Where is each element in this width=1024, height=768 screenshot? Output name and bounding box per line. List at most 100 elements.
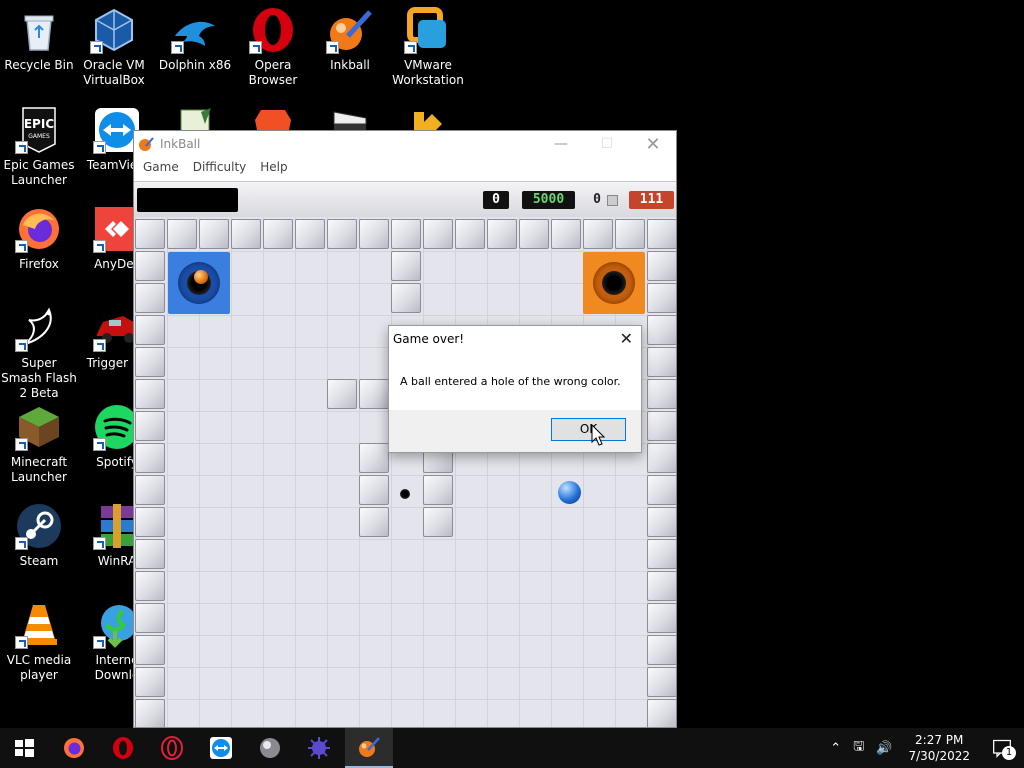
taskbar-opera-gx[interactable] bbox=[148, 728, 196, 768]
desktop-icon-vmware[interactable]: VMware Workstation bbox=[389, 6, 467, 88]
start-button[interactable] bbox=[0, 728, 48, 768]
shortcut-arrow-icon bbox=[90, 41, 103, 54]
taskbar-marble-app[interactable] bbox=[246, 728, 294, 768]
wall-block bbox=[135, 219, 165, 249]
wall-block bbox=[359, 443, 389, 473]
wall-block bbox=[135, 379, 165, 409]
shortcut-arrow-icon bbox=[93, 636, 106, 649]
clock-time: 2:27 PM bbox=[915, 733, 964, 747]
desktop-icon-minecraft[interactable]: Minecraft Launcher bbox=[0, 403, 78, 485]
wall-block bbox=[295, 219, 325, 249]
volume-icon[interactable]: 🔊 bbox=[876, 741, 892, 756]
desktop-icon-label: Super Smash Flash 2 Beta bbox=[1, 356, 77, 400]
menu-difficulty[interactable]: Difficulty bbox=[186, 160, 254, 174]
window-title: InkBall bbox=[160, 137, 201, 151]
notification-button[interactable]: 1 bbox=[980, 728, 1024, 768]
wall-block bbox=[647, 411, 676, 441]
grey-hole bbox=[390, 480, 420, 510]
svg-text:GAMES: GAMES bbox=[28, 133, 50, 140]
desktop-icon-firefox[interactable]: Firefox bbox=[0, 205, 78, 272]
wall-block bbox=[647, 507, 676, 537]
menu-game[interactable]: Game bbox=[136, 160, 186, 174]
opera-icon bbox=[113, 737, 133, 759]
taskbar-opera[interactable] bbox=[99, 728, 147, 768]
desktop-icon-super-smash-flash[interactable]: Super Smash Flash 2 Beta bbox=[0, 304, 78, 401]
desktop-icon-recycle-bin[interactable]: Recycle Bin bbox=[0, 6, 78, 73]
minimize-button[interactable]: — bbox=[538, 131, 584, 157]
wall-block bbox=[647, 379, 676, 409]
wall-block bbox=[647, 315, 676, 345]
ok-button[interactable]: OK bbox=[551, 418, 626, 441]
wall-block bbox=[359, 219, 389, 249]
menu-help[interactable]: Help bbox=[253, 160, 294, 174]
blue-ball bbox=[558, 481, 581, 504]
taskbar-firefox[interactable] bbox=[50, 728, 98, 768]
blue-hole bbox=[168, 252, 230, 314]
game-board[interactable] bbox=[134, 217, 676, 727]
maximize-button[interactable]: ☐ bbox=[584, 131, 630, 157]
wall-block bbox=[647, 475, 676, 505]
shortcut-arrow-icon bbox=[15, 438, 28, 451]
desktop-icon-epic-games[interactable]: EPIC GAMES Epic Games Launcher bbox=[0, 106, 78, 188]
clock[interactable]: 2:27 PM 7/30/2022 bbox=[908, 732, 970, 764]
wall-block bbox=[615, 219, 645, 249]
wall-block bbox=[423, 219, 453, 249]
chevron-up-icon[interactable]: ⌃ bbox=[830, 741, 841, 756]
title-bar[interactable]: InkBall — ☐ ✕ bbox=[134, 131, 676, 157]
wall-block bbox=[391, 283, 421, 313]
score-bar: 0 5000 0 111 bbox=[134, 181, 676, 217]
menu-bar: Game Difficulty Help bbox=[134, 157, 676, 177]
close-button[interactable]: ✕ bbox=[630, 131, 676, 157]
shortcut-arrow-icon bbox=[249, 41, 262, 54]
wall-block bbox=[167, 219, 197, 249]
network-icon[interactable]: 🖫 bbox=[853, 737, 864, 759]
shortcut-arrow-icon bbox=[93, 240, 106, 253]
taskbar-teamviewer[interactable] bbox=[197, 728, 245, 768]
orange-hole bbox=[583, 252, 645, 314]
taskbar-inkball[interactable] bbox=[345, 728, 393, 768]
hole-pit bbox=[602, 271, 626, 295]
marble-icon bbox=[260, 738, 280, 758]
recycle-bin-icon bbox=[24, 15, 54, 51]
desktop-icon-opera[interactable]: Opera Browser bbox=[234, 6, 312, 88]
desktop-icon-label: Dolphin x86 bbox=[158, 58, 232, 72]
inkball-icon bbox=[359, 737, 380, 757]
shortcut-arrow-icon bbox=[15, 141, 28, 154]
close-icon: ✕ bbox=[645, 133, 661, 155]
desktop-icon-inkball[interactable]: Inkball bbox=[311, 6, 389, 73]
shortcut-arrow-icon bbox=[15, 537, 28, 550]
shortcut-arrow-icon bbox=[404, 41, 417, 54]
wall-block bbox=[455, 219, 485, 249]
shortcut-arrow-icon bbox=[93, 339, 106, 352]
shortcut-arrow-icon bbox=[93, 141, 106, 154]
shortcut-arrow-icon bbox=[93, 438, 106, 451]
desktop-icon-vlc[interactable]: VLC media player bbox=[0, 601, 78, 683]
shortcut-arrow-icon bbox=[15, 636, 28, 649]
wall-block bbox=[423, 475, 453, 505]
notification-count-badge: 1 bbox=[1002, 746, 1016, 760]
desktop-icon-label: Firefox bbox=[19, 257, 59, 271]
clock-date: 7/30/2022 bbox=[908, 749, 970, 763]
taskbar-purple-game[interactable] bbox=[295, 728, 343, 768]
desktop-icon-virtualbox[interactable]: Oracle VM VirtualBox bbox=[75, 6, 153, 88]
dialog-close-button[interactable]: ✕ bbox=[620, 329, 633, 348]
wall-block bbox=[327, 219, 357, 249]
desktop-icon-steam[interactable]: Steam bbox=[0, 502, 78, 569]
wall-block bbox=[135, 475, 165, 505]
wall-block bbox=[231, 219, 261, 249]
desktop-icon-dolphin[interactable]: Dolphin x86 bbox=[156, 6, 234, 73]
wall-block bbox=[647, 667, 676, 697]
shortcut-arrow-icon bbox=[15, 339, 28, 352]
wall-block bbox=[391, 219, 421, 249]
wall-block bbox=[135, 283, 165, 313]
wall-block bbox=[647, 571, 676, 601]
inkball-icon bbox=[139, 137, 154, 151]
orange-ball-in-hole bbox=[194, 270, 208, 284]
wall-block bbox=[135, 635, 165, 665]
wall-block bbox=[135, 251, 165, 281]
wall-block bbox=[135, 315, 165, 345]
wall-block bbox=[135, 443, 165, 473]
shortcut-arrow-icon bbox=[93, 537, 106, 550]
firefox-icon bbox=[64, 738, 84, 758]
wall-block bbox=[135, 411, 165, 441]
